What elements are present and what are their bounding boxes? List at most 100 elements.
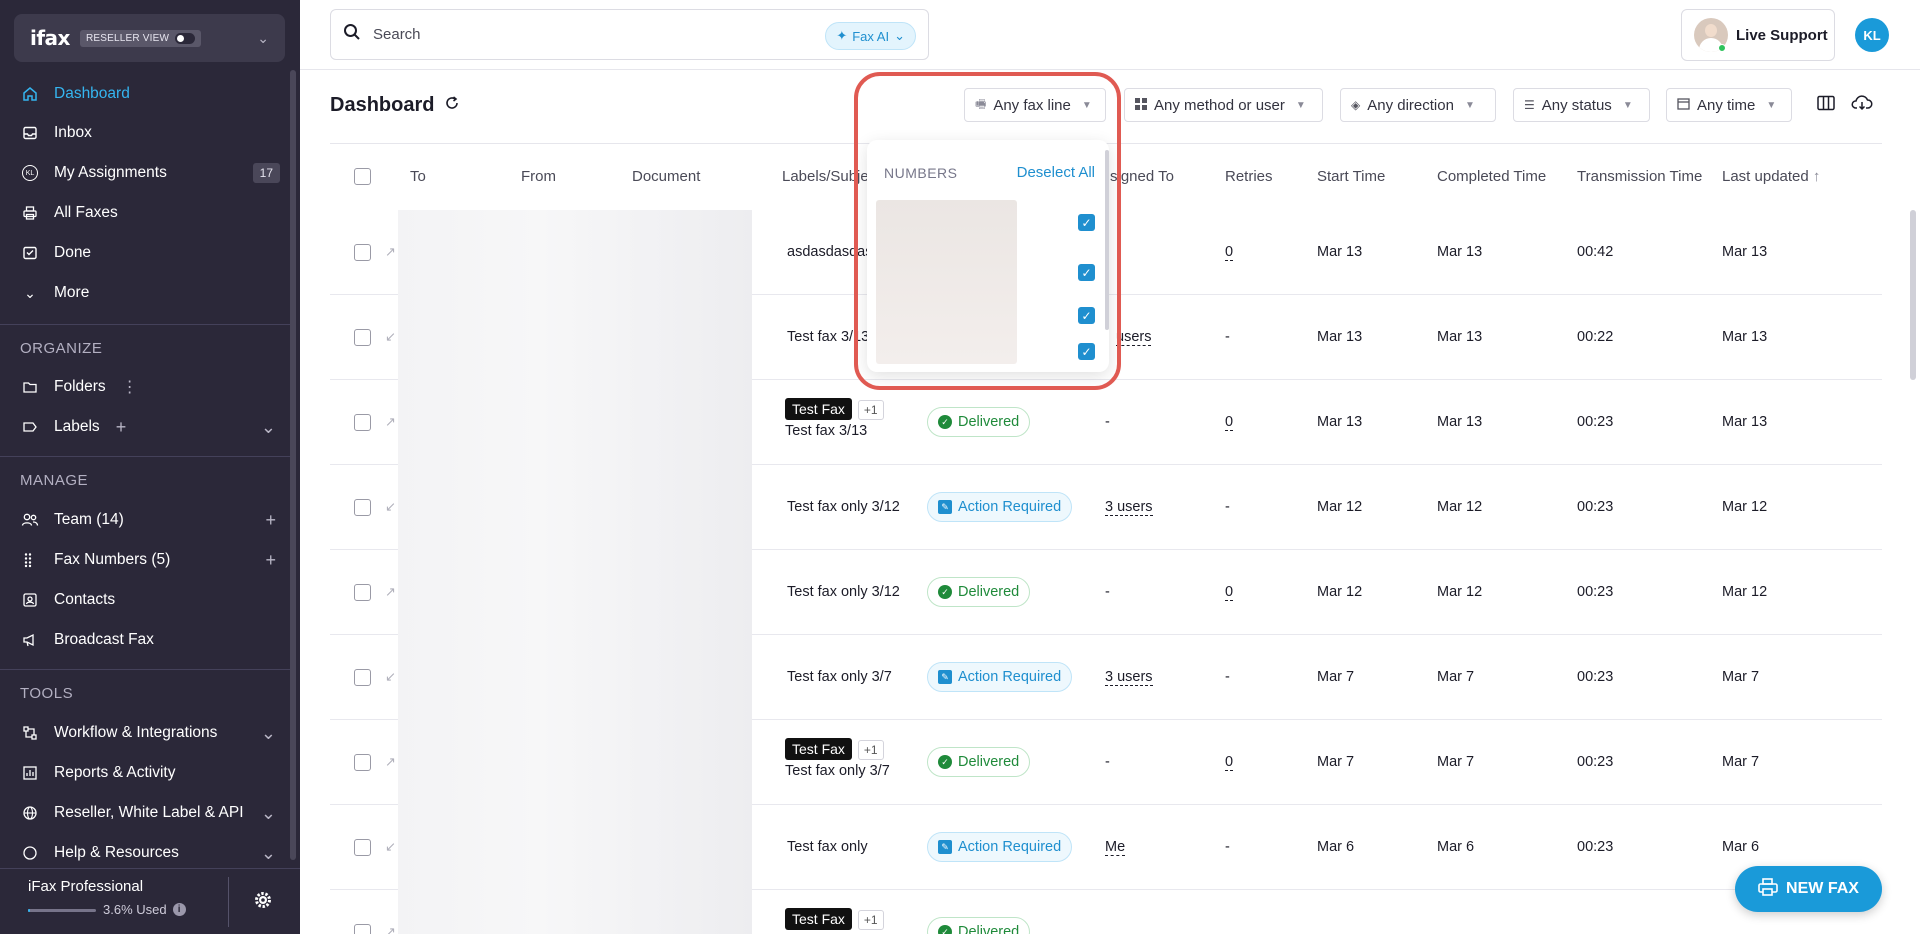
caret-down-icon: ▼ bbox=[1295, 99, 1306, 111]
incoming-arrow-icon: ↙ bbox=[385, 499, 396, 514]
columns-icon[interactable] bbox=[1817, 95, 1835, 116]
select-all-checkbox[interactable] bbox=[354, 168, 371, 185]
status-filter[interactable]: ☰ Any status ▼ bbox=[1513, 88, 1650, 122]
direction-filter[interactable]: ◈ Any direction ▼ bbox=[1340, 88, 1496, 122]
time-filter[interactable]: Any time ▼ bbox=[1666, 88, 1792, 122]
search-input[interactable]: Search bbox=[373, 26, 421, 43]
live-support-label: Live Support bbox=[1736, 26, 1828, 44]
assigned-to[interactable]: users bbox=[1116, 329, 1152, 346]
folder-icon bbox=[20, 377, 40, 397]
reseller-view-toggle[interactable]: RESELLER VIEW bbox=[79, 29, 202, 47]
chevron-down-icon[interactable]: ⌄ bbox=[261, 723, 276, 744]
retries[interactable]: 0 bbox=[1225, 244, 1234, 261]
sidebar-item-label: Inbox bbox=[54, 124, 92, 141]
brand-switcher[interactable]: ifax RESELLER VIEW ⌄ bbox=[14, 14, 285, 62]
assigned-to[interactable]: 3 users bbox=[1105, 499, 1153, 516]
live-support-button[interactable]: Live Support bbox=[1681, 9, 1835, 61]
chevron-down-icon[interactable]: ⌄ bbox=[261, 843, 276, 864]
retries[interactable]: 0 bbox=[1225, 414, 1234, 431]
completed-time: Mar 13 bbox=[1437, 414, 1483, 430]
sidebar-item-more[interactable]: ⌄ More bbox=[0, 274, 290, 312]
column-header-start-time[interactable]: Start Time bbox=[1317, 168, 1385, 185]
add-team-plus-icon[interactable]: + bbox=[265, 510, 276, 531]
outgoing-arrow-icon: ↗ bbox=[385, 244, 396, 259]
reseller-view-label: RESELLER VIEW bbox=[85, 32, 170, 44]
sidebar-item-label: Help & Resources bbox=[54, 844, 179, 861]
fax-ai-label: Fax AI bbox=[852, 28, 890, 44]
outgoing-arrow-icon: ↗ bbox=[385, 414, 396, 429]
sidebar-item-my-assignments[interactable]: KL My Assignments 17 bbox=[0, 154, 290, 192]
column-header-last-updated[interactable]: Last updated ↑ bbox=[1722, 168, 1820, 185]
sidebar-item-folders[interactable]: Folders ⋮ bbox=[0, 368, 290, 406]
fax-ai-button[interactable]: ✦ Fax AI ⌄ bbox=[825, 22, 916, 50]
row-checkbox[interactable] bbox=[354, 499, 371, 516]
cloud-download-icon[interactable] bbox=[1851, 95, 1873, 116]
sidebar-item-labels[interactable]: Labels + ⌄ bbox=[0, 408, 290, 446]
sidebar-item-all-faxes[interactable]: All Faxes bbox=[0, 194, 290, 232]
row-checkbox[interactable] bbox=[354, 584, 371, 601]
retries[interactable]: 0 bbox=[1225, 584, 1234, 601]
row-checkbox[interactable] bbox=[354, 244, 371, 261]
status-badge-delivered: ✓ Delivered bbox=[927, 917, 1031, 934]
more-labels-badge[interactable]: +1 bbox=[857, 910, 884, 930]
search-box[interactable]: Search ✦ Fax AI ⌄ bbox=[330, 9, 929, 60]
completed-time: Mar 12 bbox=[1437, 584, 1483, 600]
sidebar-item-label: All Faxes bbox=[54, 204, 118, 221]
page-title: Dashboard bbox=[330, 94, 460, 117]
new-fax-button[interactable]: NEW FAX bbox=[1735, 866, 1882, 912]
more-labels-badge[interactable]: +1 bbox=[857, 400, 884, 420]
online-status-dot bbox=[1718, 44, 1726, 52]
column-header-document[interactable]: Document bbox=[632, 168, 700, 185]
column-header-to[interactable]: To bbox=[410, 168, 426, 185]
sidebar-item-workflow[interactable]: Workflow & Integrations ⌄ bbox=[0, 714, 290, 752]
label-tag[interactable]: Test Fax bbox=[785, 398, 852, 420]
toggle-switch-icon[interactable] bbox=[175, 32, 196, 44]
printer-icon bbox=[20, 203, 40, 223]
tools-section-title: TOOLS bbox=[20, 685, 74, 702]
info-icon[interactable]: i bbox=[172, 903, 186, 916]
more-labels-badge[interactable]: +1 bbox=[857, 740, 884, 760]
sidebar-scrollbar[interactable] bbox=[290, 70, 296, 860]
sidebar-item-inbox[interactable]: Inbox bbox=[0, 114, 290, 152]
assigned-to[interactable]: 3 users bbox=[1105, 669, 1153, 686]
add-label-plus-icon[interactable]: + bbox=[116, 417, 127, 438]
gear-icon[interactable] bbox=[254, 891, 272, 914]
row-checkbox[interactable] bbox=[354, 924, 371, 934]
add-fax-number-plus-icon[interactable]: + bbox=[265, 550, 276, 571]
fax-subject: Test fax only 3/12 bbox=[787, 584, 900, 600]
column-header-completed-time[interactable]: Completed Time bbox=[1437, 168, 1546, 185]
check-circle-icon: ✓ bbox=[938, 415, 952, 429]
user-avatar[interactable]: KL bbox=[1855, 18, 1889, 52]
kl-initials-icon: KL bbox=[20, 163, 40, 183]
column-header-from[interactable]: From bbox=[521, 168, 556, 185]
refresh-icon[interactable] bbox=[444, 94, 460, 117]
row-checkbox[interactable] bbox=[354, 669, 371, 686]
method-user-filter[interactable]: Any method or user ▼ bbox=[1124, 88, 1323, 122]
sidebar-item-team[interactable]: Team (14) + bbox=[0, 501, 290, 539]
row-checkbox[interactable] bbox=[354, 329, 371, 346]
sidebar-item-contacts[interactable]: Contacts bbox=[0, 581, 290, 619]
chevron-down-icon[interactable]: ⌄ bbox=[261, 803, 276, 824]
chevron-down-icon[interactable]: ⌄ bbox=[261, 417, 276, 438]
sidebar-item-help[interactable]: Help & Resources ⌄ bbox=[0, 834, 290, 872]
row-checkbox[interactable] bbox=[354, 839, 371, 856]
sidebar-item-done[interactable]: Done bbox=[0, 234, 290, 272]
row-checkbox[interactable] bbox=[354, 414, 371, 431]
column-header-transmission-time[interactable]: Transmission Time bbox=[1577, 168, 1702, 185]
assigned-to[interactable]: Me bbox=[1105, 839, 1126, 856]
column-header-retries[interactable]: Retries bbox=[1225, 168, 1273, 185]
sidebar-item-dashboard[interactable]: Dashboard bbox=[0, 75, 290, 113]
row-checkbox[interactable] bbox=[354, 754, 371, 771]
chevron-down-icon[interactable]: ⌄ bbox=[257, 30, 269, 47]
outgoing-arrow-icon: ↗ bbox=[385, 754, 396, 769]
main-scrollbar[interactable] bbox=[1910, 210, 1916, 380]
sidebar-item-reports[interactable]: Reports & Activity bbox=[0, 754, 290, 792]
label-tag[interactable]: Test Fax bbox=[785, 738, 852, 760]
sidebar-item-fax-numbers[interactable]: Fax Numbers (5) + bbox=[0, 541, 290, 579]
sidebar-item-reseller[interactable]: Reseller, White Label & API ⌄ bbox=[0, 794, 290, 832]
sidebar-item-broadcast-fax[interactable]: Broadcast Fax bbox=[0, 621, 290, 659]
retries[interactable]: 0 bbox=[1225, 754, 1234, 771]
label-tag[interactable]: Test Fax bbox=[785, 908, 852, 930]
sidebar-item-label: Folders bbox=[54, 378, 106, 395]
kebab-menu-icon[interactable]: ⋮ bbox=[122, 377, 138, 397]
